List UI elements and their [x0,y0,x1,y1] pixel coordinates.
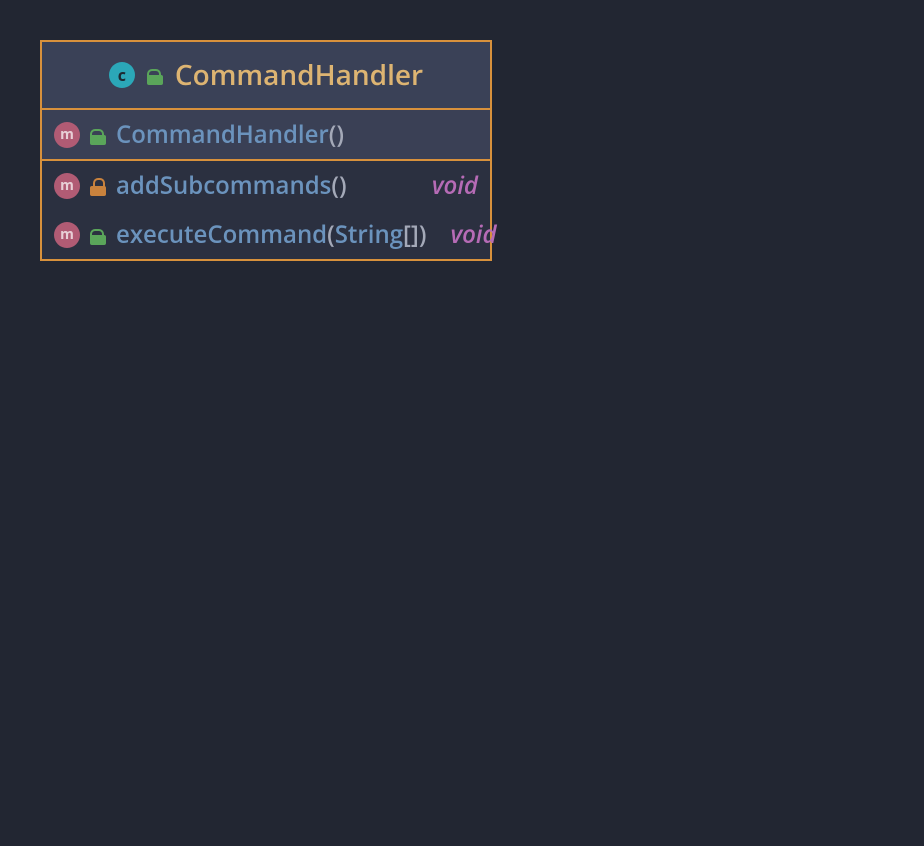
member-row[interactable]: m addSubcommands() void [42,161,490,210]
member-signature: executeCommand(String[]) [116,218,426,251]
unlock-icon [147,67,163,83]
member-name: CommandHandler [116,118,329,151]
return-type: void [436,218,496,251]
unlock-icon [90,127,106,143]
class-diagram: c CommandHandler m CommandHandler() m ad… [40,40,492,261]
member-signature: CommandHandler() [116,118,344,151]
class-header[interactable]: c CommandHandler [42,42,490,110]
class-name: CommandHandler [175,56,423,94]
lock-icon [90,178,106,194]
member-row[interactable]: m executeCommand(String[]) void [42,210,490,259]
method-icon: m [54,222,80,248]
member-signature: addSubcommands() [116,169,347,202]
member-name: executeCommand [116,218,327,251]
return-type: void [418,169,478,202]
class-icon: c [109,62,135,88]
unlock-icon [90,227,106,243]
method-icon: m [54,122,80,148]
method-icon: m [54,173,80,199]
member-name: addSubcommands [116,169,331,202]
member-row[interactable]: m CommandHandler() [42,110,490,161]
